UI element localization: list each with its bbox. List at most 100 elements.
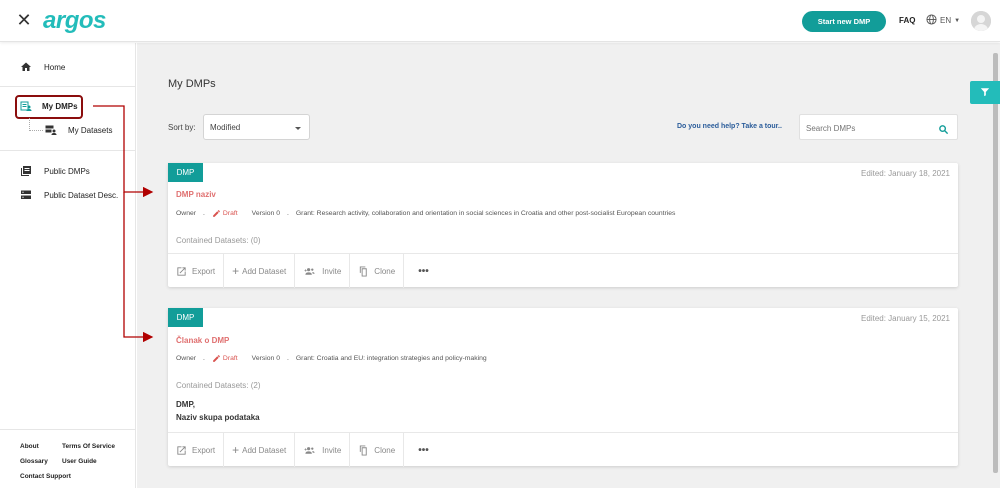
sort-value: Modified bbox=[210, 123, 241, 132]
filter-button[interactable] bbox=[970, 81, 1000, 104]
dataset-list: DMP, Naziv skupa podataka bbox=[176, 398, 260, 424]
more-options-button[interactable]: ••• bbox=[404, 433, 437, 467]
app-logo[interactable]: argos bbox=[43, 7, 106, 35]
grant-label: Grant: Research activity, collaboration … bbox=[295, 210, 676, 217]
pencil-icon bbox=[213, 210, 220, 217]
sidebar-item-home[interactable]: Home bbox=[20, 61, 65, 73]
sidebar-item-label: Public DMPs bbox=[44, 166, 90, 176]
export-label: Export bbox=[192, 445, 216, 455]
user-guide-link[interactable]: User Guide bbox=[62, 458, 97, 465]
grant-label: Grant: Croatia and EU: integration strat… bbox=[295, 355, 487, 362]
more-options-button[interactable]: ••• bbox=[404, 254, 437, 288]
export-icon bbox=[177, 266, 186, 276]
type-tag: DMP bbox=[168, 308, 203, 327]
add-dataset-button[interactable]: + Add Dataset bbox=[224, 433, 296, 467]
invite-button[interactable]: Invite bbox=[295, 254, 351, 288]
dataset-item[interactable]: Naziv skupa podataka bbox=[176, 411, 260, 424]
take-tour-link[interactable]: Do you need help? Take a tour.. bbox=[677, 123, 782, 130]
draft-label: Draft bbox=[222, 210, 238, 217]
clone-button[interactable]: Clone bbox=[350, 254, 405, 288]
dmp-title[interactable]: Članak o DMP bbox=[176, 336, 229, 345]
divider bbox=[0, 150, 136, 151]
glossary-link[interactable]: Glossary bbox=[20, 458, 48, 465]
sidebar-item-label: My DMPs bbox=[42, 101, 78, 111]
invite-icon bbox=[304, 446, 315, 454]
sort-label: Sort by: bbox=[168, 123, 196, 132]
add-dataset-label: Add Dataset bbox=[242, 445, 287, 455]
export-label: Export bbox=[192, 266, 216, 276]
contact-support-link[interactable]: Contact Support bbox=[20, 473, 71, 480]
dataset-item[interactable]: DMP, bbox=[176, 398, 260, 411]
dmp-card[interactable]: DMP Edited: January 15, 2021 Članak o DM… bbox=[168, 308, 958, 467]
caret-down-icon bbox=[295, 127, 301, 130]
contained-datasets: Contained Datasets: (0) bbox=[176, 236, 261, 245]
plus-icon: + bbox=[232, 443, 240, 457]
globe-icon bbox=[926, 14, 937, 27]
chevron-down-icon: ▼ bbox=[954, 17, 961, 24]
owner-label: Owner bbox=[176, 355, 197, 362]
card-actions: Export + Add Dataset Invite Clone ••• bbox=[168, 432, 958, 467]
search-input[interactable] bbox=[806, 121, 926, 135]
my-datasets-icon bbox=[45, 124, 57, 136]
close-icon[interactable]: ✕ bbox=[16, 11, 32, 29]
sidebar-item-label: Home bbox=[44, 62, 66, 72]
sidebar-item-public-dmps[interactable]: Public DMPs bbox=[20, 165, 90, 177]
sidebar-item-my-dmps[interactable]: My DMPs bbox=[20, 100, 78, 112]
edited-date: Edited: January 15, 2021 bbox=[861, 314, 950, 323]
start-new-dmp-button[interactable]: Start new DMP bbox=[802, 11, 886, 32]
my-dmps-icon bbox=[20, 100, 32, 112]
language-label: EN bbox=[940, 16, 952, 25]
tree-connector bbox=[29, 118, 43, 131]
clone-button[interactable]: Clone bbox=[350, 433, 405, 467]
invite-icon bbox=[304, 267, 315, 275]
divider bbox=[0, 86, 136, 87]
draft-label: Draft bbox=[222, 355, 238, 362]
page-title: My DMPs bbox=[168, 78, 216, 90]
export-button[interactable]: Export bbox=[168, 254, 225, 288]
draft-status: Draft bbox=[212, 354, 245, 363]
public-dataset-icon bbox=[20, 189, 32, 201]
draft-status: Draft bbox=[212, 209, 245, 218]
sidebar-item-my-datasets[interactable]: My Datasets bbox=[45, 124, 112, 136]
sidebar: Home My DMPs My Datasets Public DMPs Pub… bbox=[0, 43, 136, 488]
invite-label: Invite bbox=[322, 445, 342, 455]
sidebar-item-label: Public Dataset Desc. bbox=[44, 190, 119, 200]
separator-dot: . bbox=[203, 355, 205, 362]
language-selector[interactable]: EN ▼ bbox=[926, 14, 960, 27]
scrollbar-thumb[interactable] bbox=[993, 53, 998, 473]
add-dataset-label: Add Dataset bbox=[242, 266, 287, 276]
invite-button[interactable]: Invite bbox=[295, 433, 351, 467]
scrollbar[interactable] bbox=[991, 43, 1000, 488]
version-label: Version 0 bbox=[251, 210, 280, 217]
dmp-meta: Owner . Draft Version 0 . Grant: Researc… bbox=[176, 209, 682, 218]
invite-label: Invite bbox=[322, 266, 342, 276]
dmp-card[interactable]: DMP Edited: January 18, 2021 DMP naziv O… bbox=[168, 163, 958, 288]
top-bar: ✕ argos Start new DMP FAQ EN ▼ bbox=[0, 0, 1000, 42]
faq-link[interactable]: FAQ bbox=[899, 16, 915, 25]
public-dmps-icon bbox=[20, 165, 32, 177]
export-icon bbox=[177, 445, 186, 455]
plus-icon: + bbox=[232, 264, 240, 278]
search-box[interactable] bbox=[799, 114, 958, 140]
owner-label: Owner bbox=[176, 210, 197, 217]
separator-dot: . bbox=[287, 210, 289, 217]
clone-icon bbox=[360, 265, 368, 277]
pencil-icon bbox=[213, 355, 220, 362]
avatar[interactable] bbox=[971, 11, 991, 31]
export-button[interactable]: Export bbox=[168, 433, 225, 467]
sort-select[interactable]: Modified bbox=[203, 114, 310, 140]
home-icon bbox=[20, 61, 32, 73]
clone-label: Clone bbox=[374, 445, 396, 455]
add-dataset-button[interactable]: + Add Dataset bbox=[224, 254, 296, 288]
card-actions: Export + Add Dataset Invite Clone ••• bbox=[168, 253, 958, 288]
clone-icon bbox=[360, 444, 368, 456]
dmp-title[interactable]: DMP naziv bbox=[176, 190, 216, 199]
version-label: Version 0 bbox=[251, 355, 280, 362]
dmp-meta: Owner . Draft Version 0 . Grant: Croatia… bbox=[176, 354, 494, 363]
terms-link[interactable]: Terms Of Service bbox=[62, 443, 115, 450]
sidebar-item-public-dataset-desc[interactable]: Public Dataset Desc. bbox=[20, 189, 118, 201]
type-tag: DMP bbox=[168, 163, 203, 182]
search-icon[interactable] bbox=[938, 122, 949, 135]
about-link[interactable]: About bbox=[20, 443, 39, 450]
divider bbox=[0, 429, 136, 430]
